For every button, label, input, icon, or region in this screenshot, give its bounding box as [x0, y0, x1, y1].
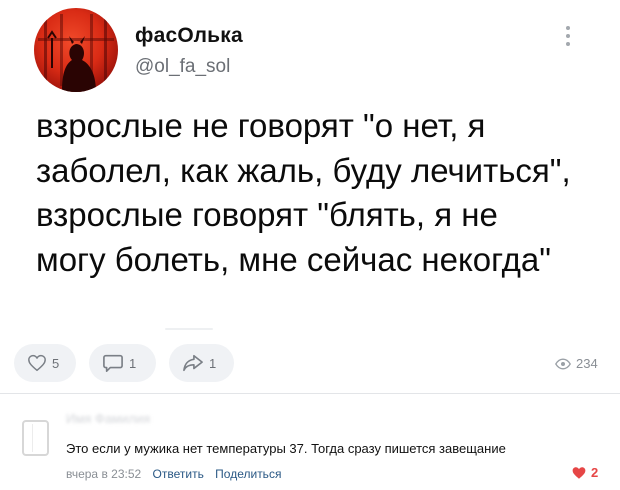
section-divider	[0, 393, 620, 394]
post-text-line: взрослые говорят "блять, я не	[36, 196, 498, 233]
dot-icon	[566, 26, 570, 30]
comment-author-avatar[interactable]	[22, 420, 49, 456]
post-text-line: могу болеть, мне сейчас некогда"	[36, 240, 551, 278]
share-button[interactable]: 1	[169, 344, 234, 382]
like-count: 5	[52, 355, 60, 371]
like-button[interactable]: 5	[14, 344, 76, 382]
eye-icon	[555, 358, 571, 369]
divider	[165, 328, 213, 330]
more-options-button[interactable]	[558, 22, 578, 50]
heart-filled-icon	[572, 466, 586, 479]
post-card: фасОлька @ol_fa_sol взрослые не говорят …	[0, 0, 620, 392]
comment-meta: вчера в 23:52 Ответить Поделиться	[66, 467, 281, 481]
dot-icon	[566, 34, 570, 38]
post-text-line: взрослые не говорят "о нет, я	[36, 107, 486, 144]
share-link[interactable]: Поделиться	[215, 467, 281, 481]
post-text-line: заболел, как жаль, буду лечиться",	[36, 151, 571, 189]
author-handle[interactable]: @ol_fa_sol	[135, 56, 230, 78]
comment-text: Это если у мужика нет температуры 37. То…	[66, 441, 506, 456]
comment-like-count: 2	[591, 465, 599, 480]
views-counter: 234	[555, 356, 598, 371]
reply-link[interactable]: Ответить	[153, 467, 204, 481]
views-count: 234	[576, 356, 598, 371]
comment-time[interactable]: вчера в 23:52	[66, 467, 141, 481]
speech-bubble-icon	[103, 354, 123, 372]
post-text: взрослые не говорят "о нет, я заболел, к…	[36, 104, 596, 282]
comment-button[interactable]: 1	[89, 344, 156, 382]
comment-count: 1	[129, 355, 137, 371]
share-arrow-icon	[183, 354, 203, 372]
dot-icon	[566, 42, 570, 46]
comment-like-button[interactable]: 2	[571, 465, 598, 480]
comment-author-name[interactable]: Имя Фамилия	[66, 411, 150, 426]
share-count: 1	[209, 355, 217, 371]
author-name[interactable]: фасОлька	[135, 24, 243, 48]
heart-outline-icon	[28, 354, 46, 372]
avatar-silhouette-icon	[38, 14, 114, 92]
author-avatar[interactable]	[34, 8, 118, 92]
